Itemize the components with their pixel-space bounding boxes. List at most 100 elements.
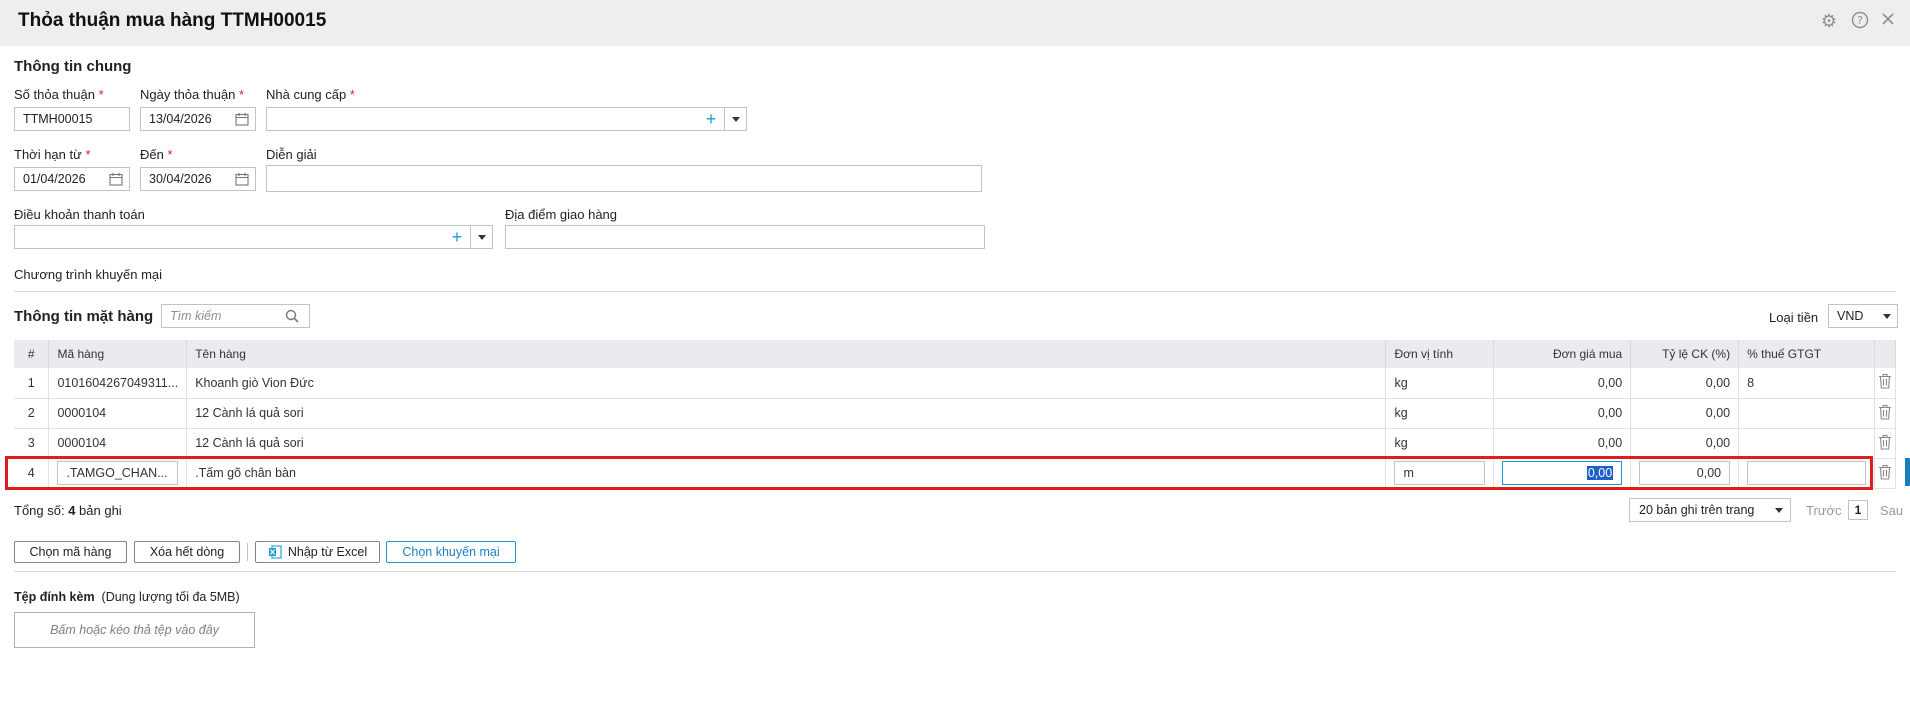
- table-header-row: # Mã hàng Tên hàng Đơn vị tính Đơn giá m…: [14, 340, 1897, 368]
- row-no: 3: [14, 428, 50, 459]
- row-delete[interactable]: [1874, 458, 1897, 489]
- period-to-label: Đến *: [140, 147, 173, 162]
- period-from-field[interactable]: 01/04/2026: [14, 167, 130, 191]
- item-search-placeholder: Tìm kiếm: [170, 309, 222, 323]
- period-to-field[interactable]: 30/04/2026: [140, 167, 256, 191]
- trash-icon[interactable]: [1878, 373, 1892, 389]
- attachments-title: Tệp đính kèm (Dung lượng tối đa 5MB): [14, 590, 240, 604]
- search-icon[interactable]: [285, 309, 299, 323]
- row-vat[interactable]: [1738, 428, 1875, 459]
- row-unit[interactable]: kg: [1385, 368, 1495, 399]
- col-header-no: #: [14, 340, 50, 368]
- col-header-code: Mã hàng: [48, 340, 188, 368]
- general-section-title: Thông tin chung: [14, 58, 132, 75]
- row-unit-input[interactable]: m: [1394, 461, 1486, 485]
- excel-icon: [268, 545, 282, 559]
- current-page[interactable]: 1: [1848, 500, 1868, 520]
- file-dropzone[interactable]: Bấm hoặc kéo thả tệp vào đây: [14, 612, 255, 648]
- svg-text:?: ?: [1857, 14, 1863, 27]
- gear-icon[interactable]: ⚙: [1819, 11, 1839, 31]
- trash-icon[interactable]: [1878, 434, 1892, 450]
- items-table: # Mã hàng Tên hàng Đơn vị tính Đơn giá m…: [14, 340, 1897, 489]
- description-field[interactable]: [266, 165, 982, 192]
- agreement-no-field[interactable]: TTMH00015: [14, 107, 130, 131]
- close-icon[interactable]: [1878, 11, 1898, 31]
- items-section-title: Thông tin mặt hàng: [14, 308, 154, 325]
- row-discount[interactable]: 0,00: [1630, 368, 1740, 399]
- add-supplier-icon[interactable]: +: [702, 108, 720, 130]
- row-price[interactable]: 0,00: [1493, 398, 1632, 429]
- payment-terms-dropdown-button[interactable]: [470, 226, 492, 248]
- period-from-value: 01/04/2026: [23, 172, 86, 186]
- row-delete[interactable]: [1874, 428, 1897, 459]
- chevron-down-icon: [1775, 508, 1783, 513]
- row-vat-input[interactable]: [1747, 461, 1866, 485]
- add-payment-terms-icon[interactable]: +: [448, 226, 466, 248]
- agreement-date-label: Ngày thỏa thuận *: [140, 87, 245, 102]
- import-excel-label: Nhập từ Excel: [287, 545, 368, 559]
- row-unit[interactable]: kg: [1385, 428, 1495, 459]
- row-name[interactable]: 12 Cành lá quả sori: [186, 428, 1387, 459]
- delete-all-rows-button[interactable]: Xóa hết dòng: [134, 541, 240, 563]
- help-icon[interactable]: ?: [1850, 11, 1870, 31]
- row-unit[interactable]: kg: [1385, 398, 1495, 429]
- agreement-date-value: 13/04/2026: [149, 112, 212, 126]
- delivery-place-field[interactable]: [505, 225, 985, 249]
- table-row[interactable]: 2 0000104 12 Cành lá quả sori kg 0,00 0,…: [14, 398, 1897, 429]
- col-header-discount: Tỷ lệ CK (%): [1630, 340, 1740, 368]
- row-price[interactable]: 0,00: [1493, 368, 1632, 399]
- title-bar: Thỏa thuận mua hàng TTMH00015 ⚙ ?: [0, 0, 1910, 46]
- row-price-input[interactable]: 0,00: [1502, 461, 1623, 485]
- row-code[interactable]: 0000104: [48, 398, 188, 429]
- row-code[interactable]: 0101604267049311...: [48, 368, 188, 399]
- supplier-field[interactable]: +: [266, 107, 747, 131]
- table-row[interactable]: 3 0000104 12 Cành lá quả sori kg 0,00 0,…: [14, 428, 1897, 459]
- period-from-label: Thời hạn từ *: [14, 147, 91, 162]
- trash-icon[interactable]: [1878, 464, 1892, 480]
- next-page-link[interactable]: Sau: [1880, 503, 1903, 518]
- calendar-icon[interactable]: [235, 172, 249, 186]
- row-code-input[interactable]: .TAMGO_CHAN...: [57, 461, 179, 485]
- row-discount[interactable]: 0,00: [1630, 428, 1740, 459]
- table-row-editing[interactable]: 4 .TAMGO_CHAN... .Tấm gõ chân bàn m 0,00…: [14, 458, 1897, 489]
- row-name[interactable]: .Tấm gõ chân bàn: [186, 458, 1387, 489]
- choose-promotion-button[interactable]: Chọn khuyến mại: [386, 541, 516, 563]
- col-header-actions: [1874, 340, 1897, 368]
- row-discount[interactable]: 0,00: [1630, 398, 1740, 429]
- row-name[interactable]: 12 Cành lá quả sori: [186, 398, 1387, 429]
- prev-page-link[interactable]: Trước: [1806, 503, 1842, 518]
- button-separator: [247, 543, 248, 561]
- row-no: 1: [14, 368, 50, 399]
- table-row[interactable]: 1 0101604267049311... Khoanh giò Vion Đứ…: [14, 368, 1897, 399]
- row-vat[interactable]: 8: [1738, 368, 1875, 399]
- page-size-select[interactable]: 20 bản ghi trên trang: [1629, 498, 1791, 522]
- row-no: 2: [14, 398, 50, 429]
- description-label: Diễn giải: [266, 147, 317, 162]
- choose-item-button[interactable]: Chọn mã hàng: [14, 541, 127, 563]
- row-delete[interactable]: [1874, 368, 1897, 399]
- row-code[interactable]: 0000104: [48, 428, 188, 459]
- chevron-down-icon: [1883, 314, 1891, 319]
- row-discount-input[interactable]: 0,00: [1639, 461, 1731, 485]
- currency-value: VND: [1837, 309, 1864, 323]
- col-header-price: Đơn giá mua: [1493, 340, 1632, 368]
- calendar-icon[interactable]: [109, 172, 123, 186]
- delivery-place-label: Địa điểm giao hàng: [505, 207, 618, 222]
- trash-icon[interactable]: [1878, 404, 1892, 420]
- row-delete[interactable]: [1874, 398, 1897, 429]
- currency-select[interactable]: VND: [1828, 304, 1898, 328]
- row-price[interactable]: 0,00: [1493, 428, 1632, 459]
- col-header-vat: % thuế GTGT: [1738, 340, 1875, 368]
- calendar-icon[interactable]: [235, 112, 249, 126]
- col-header-name: Tên hàng: [186, 340, 1387, 368]
- item-search-input[interactable]: Tìm kiếm: [161, 304, 310, 328]
- page-title: Thỏa thuận mua hàng TTMH00015: [18, 10, 327, 31]
- import-excel-button[interactable]: Nhập từ Excel: [255, 541, 380, 563]
- row-vat[interactable]: [1738, 398, 1875, 429]
- agreement-no-label: Số thỏa thuận *: [14, 87, 104, 102]
- agreement-date-field[interactable]: 13/04/2026: [140, 107, 256, 131]
- row-name[interactable]: Khoanh giò Vion Đức: [186, 368, 1387, 399]
- supplier-dropdown-button[interactable]: [724, 108, 746, 130]
- payment-terms-label: Điều khoản thanh toán: [14, 207, 145, 222]
- payment-terms-field[interactable]: +: [14, 225, 493, 249]
